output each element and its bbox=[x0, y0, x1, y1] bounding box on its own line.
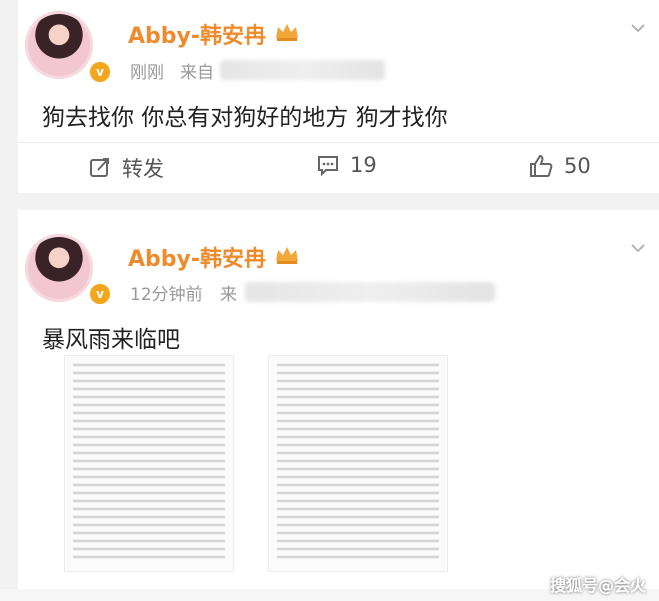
comment-count: 19 bbox=[350, 153, 377, 177]
crown-icon bbox=[276, 247, 298, 264]
repost-label: 转发 bbox=[122, 157, 164, 181]
avatar-post-1[interactable] bbox=[25, 11, 93, 79]
post-image-2[interactable] bbox=[268, 355, 448, 572]
verified-badge-icon: v bbox=[88, 282, 112, 306]
divider-1 bbox=[18, 142, 659, 143]
author-name-post-2[interactable]: Abby-韩安冉 bbox=[128, 241, 266, 273]
source-label-2: 来 bbox=[220, 285, 237, 305]
image-text-lines bbox=[73, 364, 225, 563]
source-label-1: 来自 bbox=[180, 63, 214, 83]
like-button[interactable]: 50 bbox=[528, 153, 591, 179]
post-time-2: 12分钟前 bbox=[130, 285, 203, 305]
crown-icon bbox=[276, 24, 298, 41]
source-redacted-2 bbox=[245, 282, 495, 302]
verified-badge-icon: v bbox=[88, 60, 112, 84]
source-redacted-1 bbox=[220, 60, 385, 80]
like-count: 50 bbox=[564, 154, 591, 178]
post-text-2: 暴风雨来临吧 bbox=[42, 327, 180, 353]
post-time-1: 刚刚 bbox=[130, 63, 164, 83]
image-text-lines bbox=[277, 364, 439, 563]
avatar-post-2[interactable] bbox=[25, 234, 93, 302]
repost-icon bbox=[90, 158, 109, 177]
repost-button[interactable]: 转发 bbox=[88, 153, 164, 183]
comment-icon bbox=[318, 156, 338, 177]
comment-button[interactable]: 19 bbox=[316, 153, 377, 177]
author-name-post-1[interactable]: Abby-韩安冉 bbox=[128, 18, 266, 50]
chevron-down-icon[interactable] bbox=[630, 240, 646, 256]
post-image-1[interactable] bbox=[64, 355, 234, 572]
chevron-down-icon[interactable] bbox=[630, 20, 646, 36]
post-text-1: 狗去找你 你总有对狗好的地方 狗才找你 bbox=[42, 105, 448, 131]
like-icon bbox=[530, 154, 553, 177]
watermark: 搜狐号@会火 bbox=[550, 576, 647, 595]
